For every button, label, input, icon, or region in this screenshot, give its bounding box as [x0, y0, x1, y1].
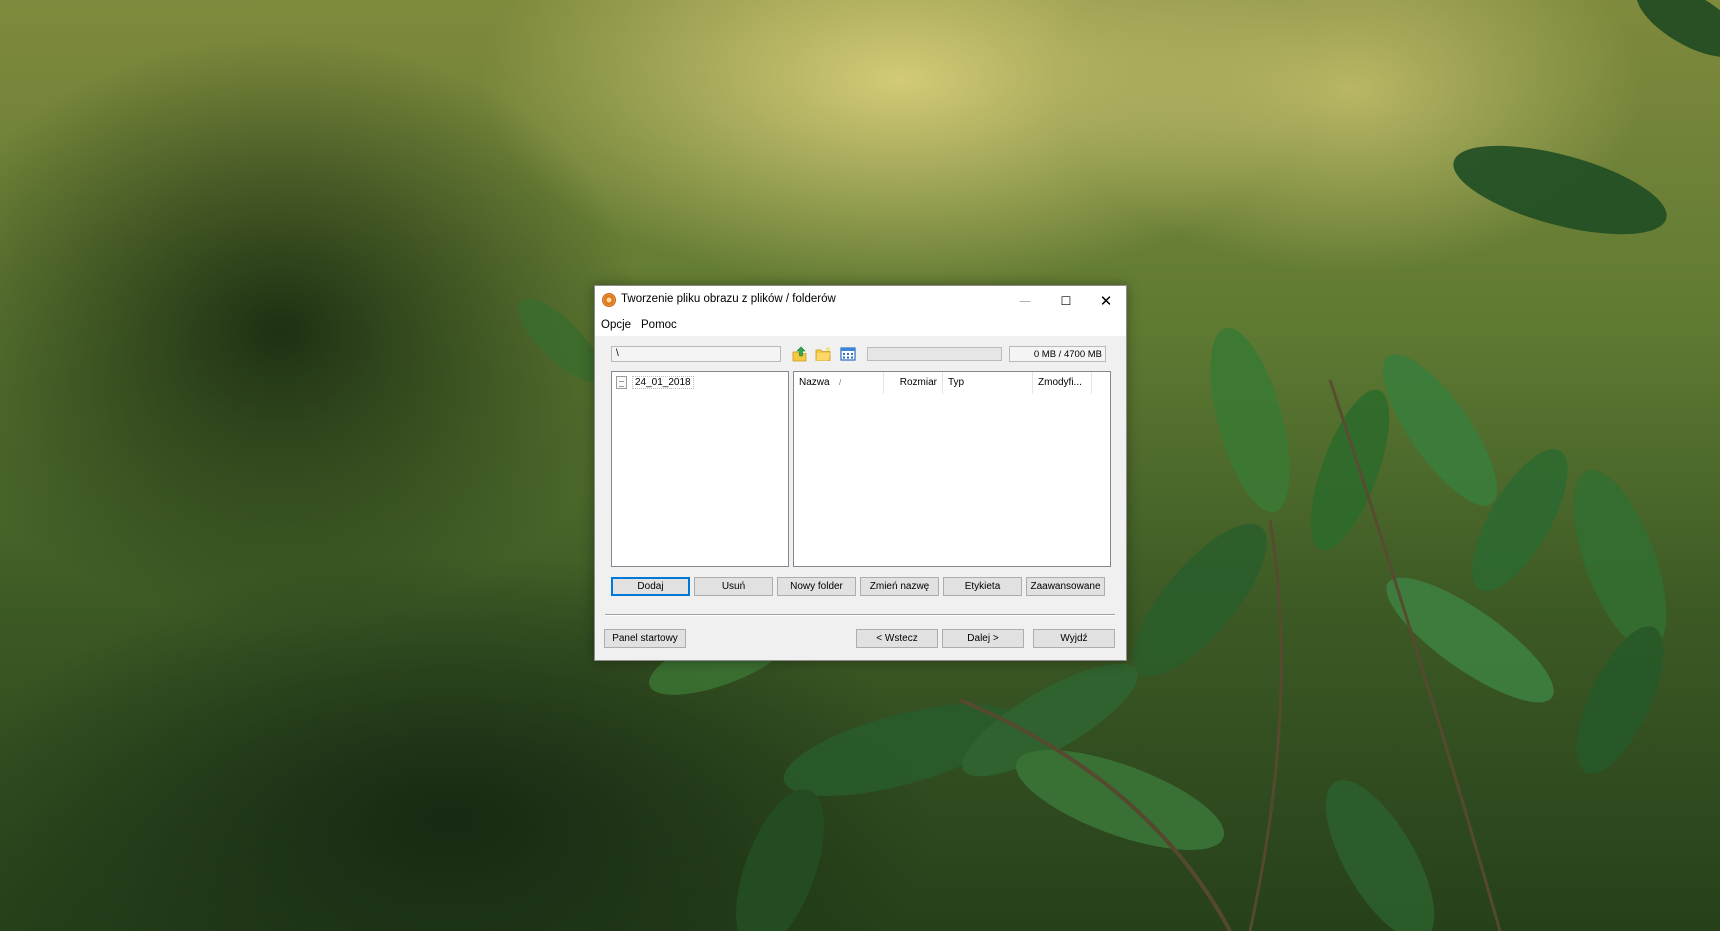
title-bar[interactable]: Tworzenie pliku obrazu z plików / folder…	[595, 286, 1126, 316]
app-disc-icon	[602, 293, 616, 307]
advanced-button[interactable]: Zaawansowane	[1026, 577, 1105, 596]
start-panel-button[interactable]: Panel startowy	[604, 629, 686, 648]
exit-button[interactable]: Wyjdź	[1033, 629, 1115, 648]
column-header-modified[interactable]: Zmodyfi...	[1033, 372, 1092, 394]
menu-pomoc[interactable]: Pomoc	[641, 319, 677, 331]
view-details-icon[interactable]	[839, 345, 857, 363]
divider	[605, 614, 1115, 616]
add-button[interactable]: Dodaj	[611, 577, 690, 596]
capacity-progress-bar	[867, 347, 1002, 361]
window-title: Tworzenie pliku obrazu z plików / folder…	[621, 293, 836, 305]
column-header-name-label: Nazwa	[799, 377, 830, 388]
minimize-button[interactable]: —	[1005, 286, 1045, 316]
close-button[interactable]: ✕	[1086, 286, 1126, 316]
file-list[interactable]: Nazwa / Rozmiar Typ Zmodyfi...	[793, 371, 1111, 567]
capacity-readout: 0 MB / 4700 MB	[1009, 346, 1106, 362]
new-folder-icon[interactable]	[814, 345, 832, 363]
file-icon	[616, 375, 627, 389]
path-field[interactable]: \	[611, 346, 781, 362]
tree-item[interactable]: 24_01_2018	[616, 374, 694, 390]
maximize-button[interactable]: ☐	[1046, 286, 1086, 316]
new-folder-button[interactable]: Nowy folder	[777, 577, 856, 596]
rename-button[interactable]: Zmień nazwę	[860, 577, 939, 596]
folder-tree[interactable]: 24_01_2018	[611, 371, 789, 567]
remove-button[interactable]: Usuń	[694, 577, 773, 596]
sort-indicator-icon: /	[839, 378, 842, 387]
label-button[interactable]: Etykieta	[943, 577, 1022, 596]
tree-item-label: 24_01_2018	[632, 375, 694, 389]
folder-up-icon[interactable]	[791, 345, 809, 363]
list-header: Nazwa / Rozmiar Typ Zmodyfi...	[794, 372, 1110, 394]
menu-bar: Opcje Pomoc	[595, 316, 1126, 336]
back-button[interactable]: < Wstecz	[856, 629, 938, 648]
column-header-size[interactable]: Rozmiar	[884, 372, 943, 394]
next-button[interactable]: Dalej >	[942, 629, 1024, 648]
column-header-name[interactable]: Nazwa /	[794, 372, 884, 394]
image-creation-dialog: Tworzenie pliku obrazu z plików / folder…	[594, 285, 1127, 661]
menu-opcje[interactable]: Opcje	[601, 319, 631, 331]
column-header-type[interactable]: Typ	[943, 372, 1033, 394]
